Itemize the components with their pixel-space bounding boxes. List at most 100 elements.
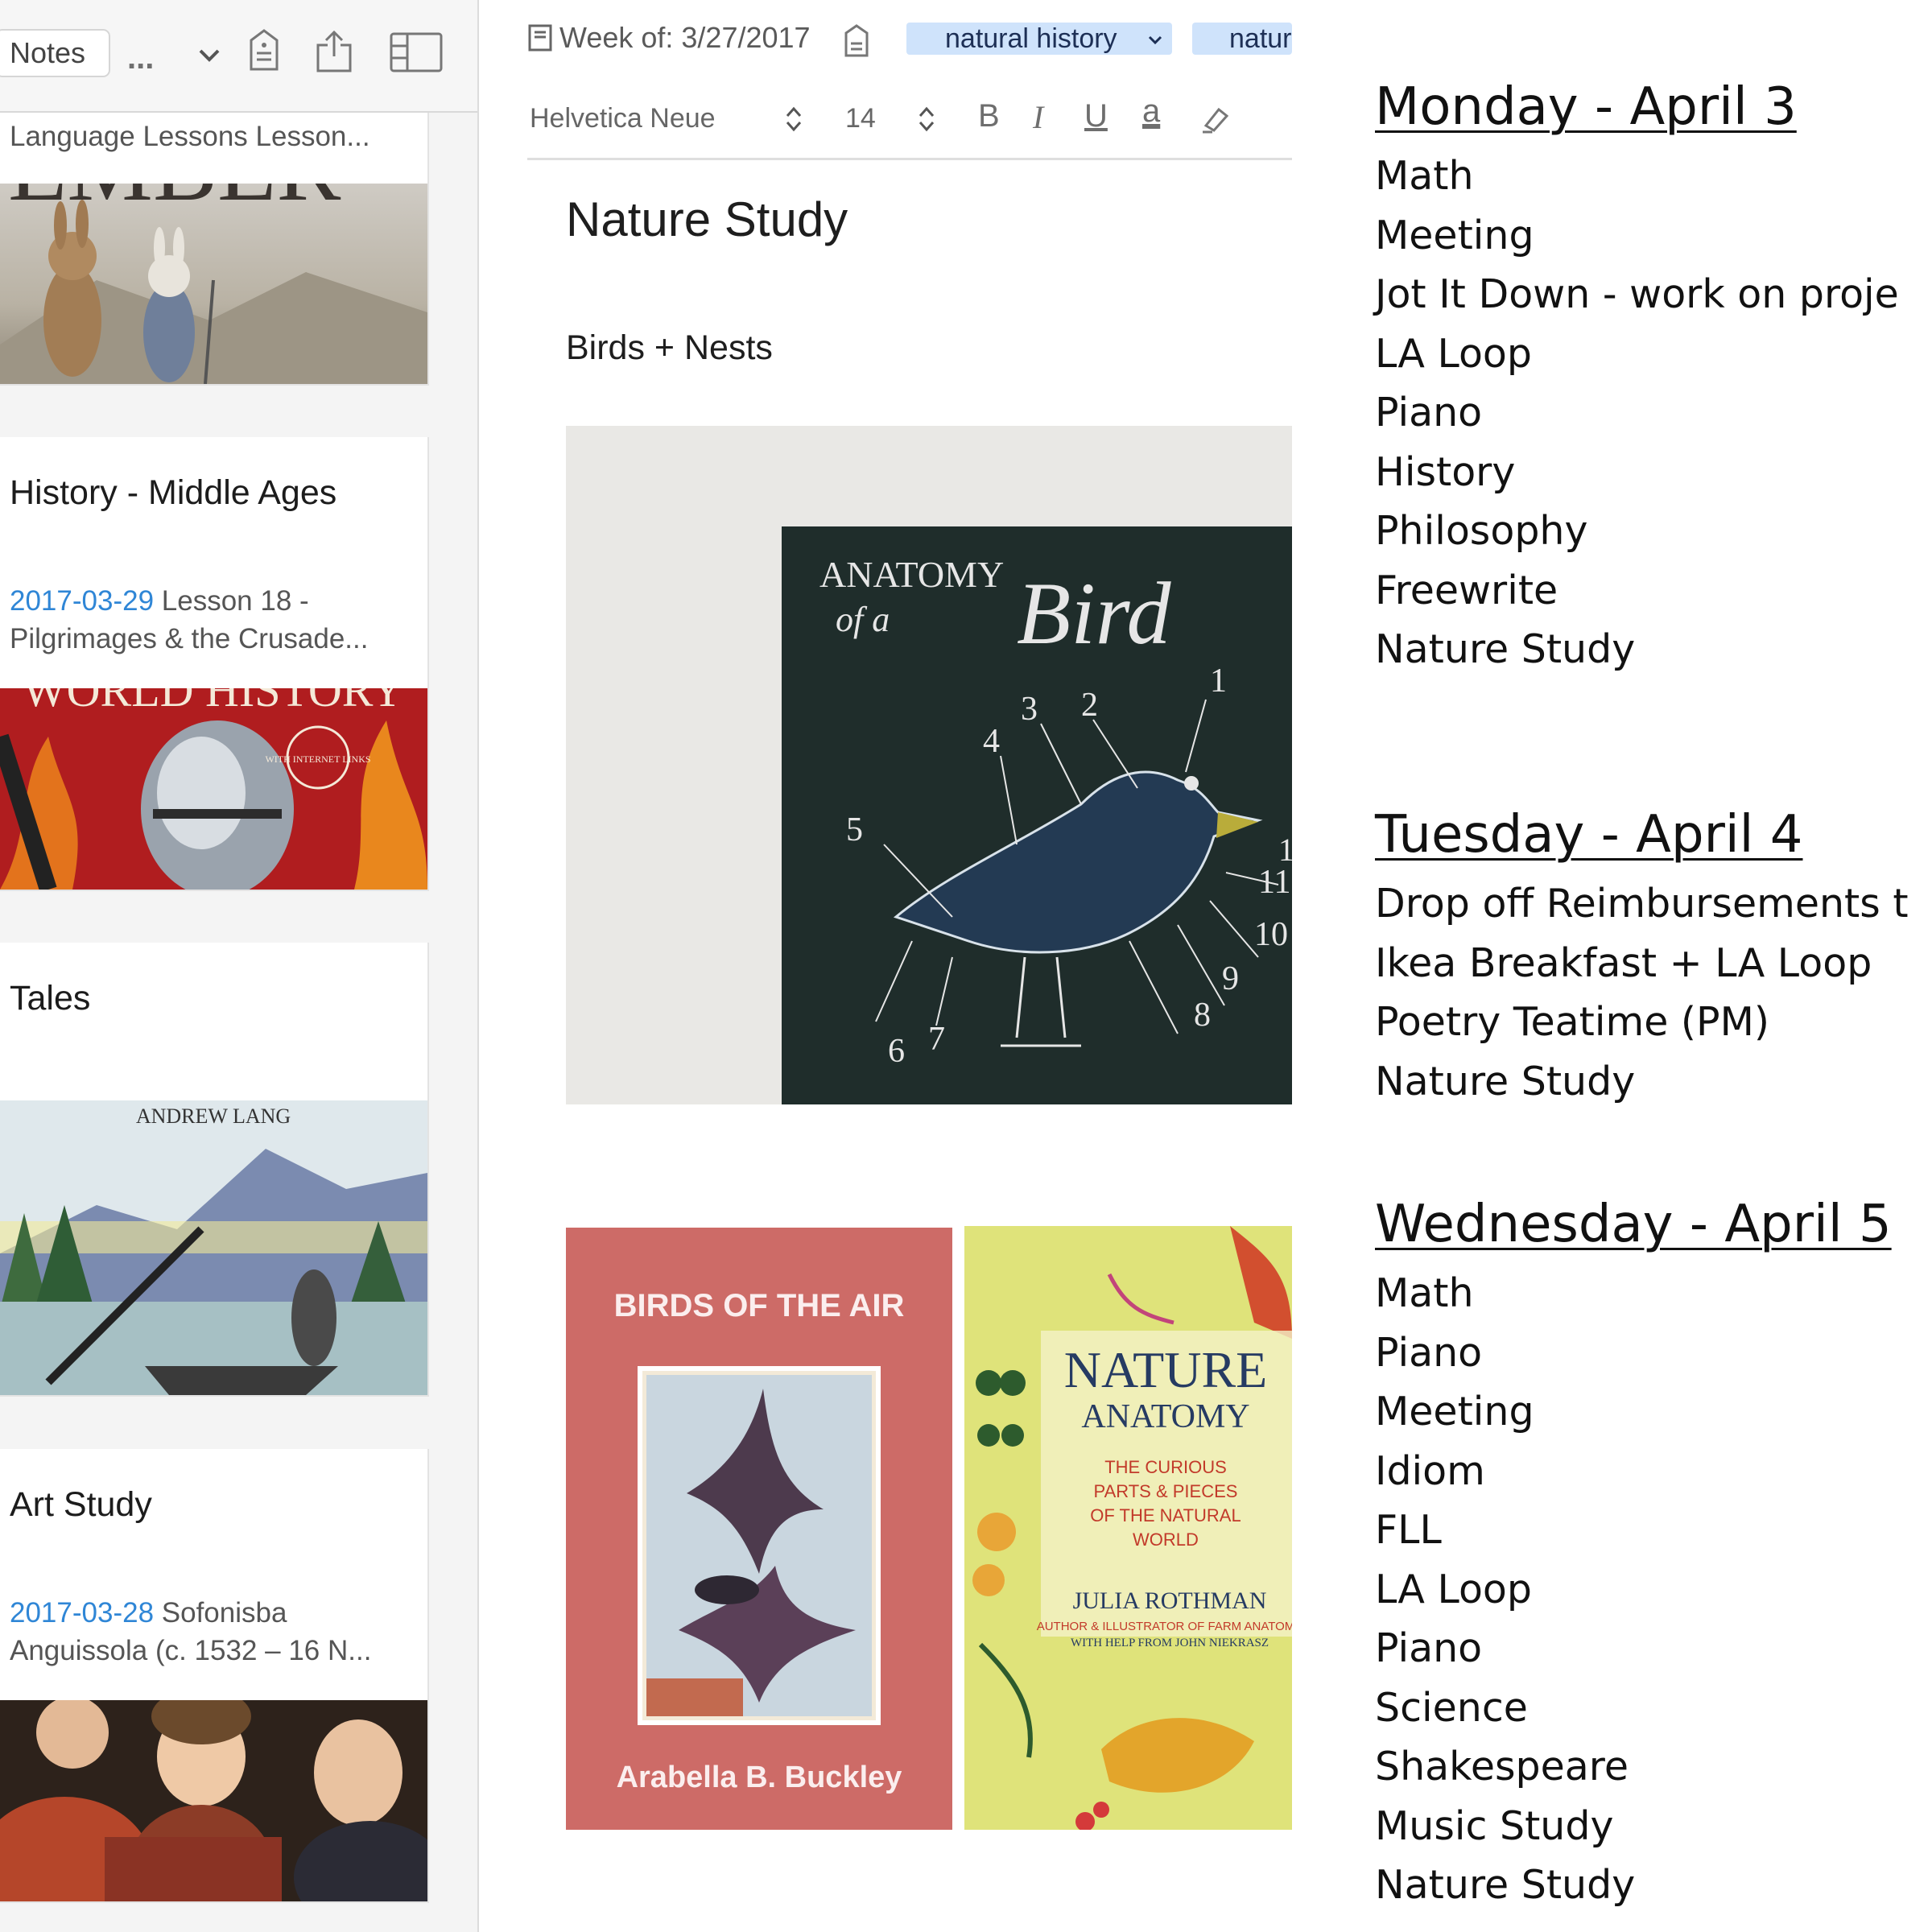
share-icon[interactable] — [314, 29, 354, 74]
tag-natural-history-2[interactable]: natur — [1192, 23, 1292, 55]
sidebar-toolbar: Notes ... — [0, 0, 477, 113]
notebook-icon — [528, 24, 552, 52]
chalkboard-photo: ANATOMY of a Bird 1 2 3 4 5 6 7 8 9 10 1… — [566, 426, 1292, 1104]
schedule-item: LA Loop — [1375, 1566, 1533, 1612]
note-card[interactable]: Tales ANDREW LANG — [0, 943, 429, 1397]
note-card-snippet: Language Lessons Lesson... — [10, 121, 370, 152]
day-heading: Wednesday - April 5 — [1375, 1195, 1892, 1254]
book2-title-1: NATURE — [1064, 1341, 1267, 1398]
notes-button-label: Notes — [10, 36, 86, 69]
book2-author-note: AUTHOR & ILLUSTRATOR OF FARM ANATOMY — [1037, 1620, 1292, 1633]
book2-title-2: ANATOMY — [1081, 1398, 1249, 1435]
day-heading: Monday - April 3 — [1375, 77, 1797, 137]
size-stepper-icon[interactable] — [918, 105, 935, 134]
schedule-item: Nature Study — [1375, 1862, 1636, 1908]
note-subtitle[interactable]: Birds + Nests — [566, 328, 773, 368]
chalk-heading-1: ANATOMY — [819, 554, 1004, 595]
note-card[interactable]: History - Middle Ages 2017-03-29 Lesson … — [0, 437, 429, 891]
book-cover-birds-of-the-air: BIRDS OF THE AIR Arabella B. Buckley — [566, 1228, 952, 1830]
note-card-date: 2017-03-28 — [10, 1597, 155, 1629]
chalk-number: 12 — [1278, 832, 1292, 868]
schedule-item: Math — [1375, 1270, 1474, 1316]
chalk-heading-3: Bird — [1017, 564, 1171, 663]
chalk-heading-2: of a — [836, 600, 890, 639]
thumb-title-text: WORLD HISTORY — [23, 688, 404, 716]
note-editor: Week of: 3/27/2017 natural history natur… — [479, 0, 1292, 1932]
note-card-title: Art Study — [10, 1485, 152, 1524]
note-card-date: 2017-03-29 — [10, 585, 155, 617]
chalk-number: 4 — [983, 723, 1000, 760]
note-card-thumbnail: WORLD HISTORY WITH INTERNET LINKS — [0, 688, 427, 890]
chalk-number: 3 — [1021, 691, 1038, 728]
italic-button[interactable]: I — [1033, 98, 1043, 136]
notes-button[interactable]: Notes — [0, 29, 110, 77]
chalk-number: 7 — [928, 1021, 945, 1058]
chevron-down-icon[interactable] — [198, 48, 221, 63]
chalk-number: 8 — [1194, 997, 1211, 1034]
schedule-item: Idiom — [1375, 1447, 1485, 1494]
reminder-icon[interactable] — [843, 24, 870, 58]
schedule-item: Drop off Reimbursements t — [1375, 881, 1909, 927]
tag-label: natural history — [945, 23, 1117, 54]
note-card-thumbnail — [0, 1700, 427, 1901]
schedule-item: Philosophy — [1375, 508, 1588, 554]
underline-button[interactable]: U — [1084, 98, 1108, 134]
formatting-toolbar: Helvetica Neue 14 B I U a — [527, 93, 1292, 160]
note-list-sidebar: Notes ... Language Lessons Lesson... EMB… — [0, 0, 479, 1932]
book1-author: Arabella B. Buckley — [617, 1761, 902, 1794]
book2-helper: WITH HELP FROM JOHN NIEKRASZ — [1071, 1637, 1269, 1649]
note-card-thumbnail: ANDREW LANG — [0, 1100, 427, 1395]
schedule-item: Poetry Teatime (PM) — [1375, 999, 1769, 1045]
schedule-item: Shakespeare — [1375, 1744, 1629, 1790]
note-card-title: Tales — [10, 979, 91, 1018]
schedule-item: Meeting — [1375, 212, 1534, 258]
chalk-number: 1 — [1210, 663, 1227, 700]
view-layout-icon[interactable] — [390, 32, 443, 72]
bold-button[interactable]: B — [978, 98, 1000, 134]
note-title[interactable]: Nature Study — [566, 192, 848, 247]
schedule-item: Piano — [1375, 1625, 1483, 1671]
schedule-item: Piano — [1375, 390, 1483, 436]
chalk-number: 5 — [846, 811, 863, 848]
schedule-item: Meeting — [1375, 1389, 1534, 1435]
chalk-number: 10 — [1254, 916, 1288, 953]
schedule-item: FLL — [1375, 1507, 1442, 1553]
tag-natural-history[interactable]: natural history — [906, 23, 1172, 55]
book1-title: BIRDS OF THE AIR — [614, 1288, 905, 1323]
schedule-item: LA Loop — [1375, 330, 1533, 377]
note-card-title: History - Middle Ages — [10, 473, 337, 512]
highlighter-icon[interactable] — [1199, 103, 1232, 135]
schedule-item: Jot It Down - work on proje — [1375, 271, 1899, 317]
more-options-button[interactable]: ... — [127, 40, 154, 76]
text-color-button[interactable]: a — [1142, 93, 1160, 130]
schedule-item: Freewrite — [1375, 567, 1558, 613]
day-heading: Tuesday - April 4 — [1375, 805, 1803, 865]
book-cover-nature-anatomy: NATURE ANATOMY THE CURIOUS PARTS & PIECE… — [964, 1226, 1292, 1830]
schedule-item: Math — [1375, 153, 1474, 199]
note-card-snippet: 2017-03-28 Sofonisba Anguissola (c. 1532… — [10, 1594, 416, 1670]
note-card[interactable]: Language Lessons Lesson... EMBER — [0, 113, 429, 386]
note-card[interactable]: Art Study 2017-03-28 Sofonisba Anguissol… — [0, 1449, 429, 1903]
thumb-author-text: ANDREW LANG — [136, 1104, 291, 1128]
chalk-number: 6 — [888, 1033, 905, 1070]
schedule-item: Music Study — [1375, 1802, 1614, 1849]
chalk-number: 2 — [1081, 687, 1098, 724]
schedule-item: Science — [1375, 1684, 1528, 1731]
schedule-item: Nature Study — [1375, 626, 1636, 672]
tag-label: natur — [1229, 23, 1292, 54]
weekly-schedule: Monday - April 3 Math Meeting Jot It Down -… — [1294, 0, 1932, 1932]
schedule-item: Piano — [1375, 1329, 1483, 1376]
font-size-select[interactable]: 14 — [845, 103, 876, 134]
chalk-number: 9 — [1222, 960, 1239, 997]
book2-author: JULIA ROTHMAN — [1073, 1587, 1267, 1614]
book2-subtitle: THE CURIOUS PARTS & PIECES OF THE NATURA… — [1090, 1457, 1241, 1550]
note-card-snippet: 2017-03-29 Lesson 18 - Pilgrimages & the… — [10, 582, 416, 658]
chalk-number: 11 — [1258, 864, 1290, 901]
font-family-select[interactable]: Helvetica Neue — [530, 103, 716, 134]
reminder-icon[interactable] — [246, 29, 282, 72]
week-label-text: Week of: 3/27/2017 — [559, 21, 811, 54]
thumb-badge-text: WITH INTERNET LINKS — [265, 753, 370, 765]
font-stepper-icon[interactable] — [785, 105, 803, 134]
schedule-item: History — [1375, 448, 1516, 495]
schedule-item: Ikea Breakfast + LA Loop — [1375, 939, 1872, 986]
